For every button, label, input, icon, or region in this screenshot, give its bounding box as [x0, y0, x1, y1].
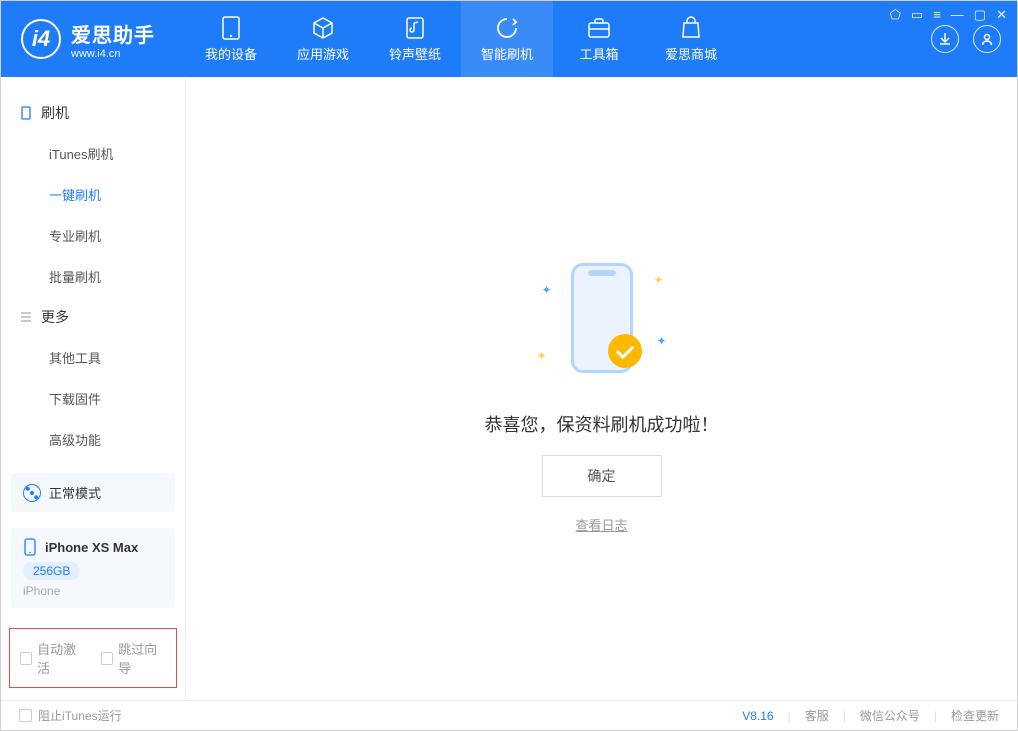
- close-button[interactable]: ✕: [996, 7, 1007, 23]
- mode-icon: [23, 484, 41, 502]
- sidebar-item-itunes-flash[interactable]: iTunes刷机: [1, 133, 185, 174]
- tab-my-device[interactable]: 我的设备: [185, 1, 277, 77]
- sidebar-item-pro-flash[interactable]: 专业刷机: [1, 215, 185, 256]
- bag-icon: [679, 16, 703, 40]
- main-tabs: 我的设备 应用游戏 铃声壁纸 智能刷机 工具箱 爱思商城: [185, 1, 737, 77]
- tab-toolbox[interactable]: 工具箱: [553, 1, 645, 77]
- minimize-button[interactable]: —: [951, 7, 964, 23]
- sidebar-item-oneclick-flash[interactable]: 一键刷机: [1, 174, 185, 215]
- sparkle-icon: ✦: [653, 273, 663, 287]
- tab-label: 应用游戏: [297, 44, 349, 63]
- tab-label: 爱思商城: [665, 44, 717, 63]
- menu-icon[interactable]: ▭: [911, 7, 923, 23]
- view-log-link[interactable]: 查看日志: [575, 515, 627, 534]
- download-button[interactable]: [931, 25, 959, 53]
- sidebar-category-label: 刷机: [41, 103, 69, 123]
- user-button[interactable]: [973, 25, 1001, 53]
- app-subtitle: www.i4.cn: [71, 48, 155, 60]
- sidebar-item-other-tools[interactable]: 其他工具: [1, 337, 185, 378]
- mode-box[interactable]: 正常模式: [11, 473, 175, 512]
- success-message: 恭喜您，保资料刷机成功啦！: [485, 411, 719, 437]
- success-illustration: ✦ ✦ ✦ ✦: [512, 243, 692, 393]
- device-name: iPhone XS Max: [45, 540, 138, 555]
- version-label: V8.16: [742, 709, 773, 723]
- cube-icon: [311, 16, 335, 40]
- sidebar-item-batch-flash[interactable]: 批量刷机: [1, 256, 185, 297]
- sparkle-icon: ✦: [542, 283, 552, 297]
- footer-link-wechat[interactable]: 微信公众号: [860, 707, 920, 724]
- block-itunes-label[interactable]: 阻止iTunes运行: [38, 707, 122, 724]
- briefcase-icon: [587, 16, 611, 40]
- sparkle-icon: ✦: [537, 349, 547, 363]
- app-title: 爱思助手: [71, 19, 155, 48]
- sparkle-icon: ✦: [656, 334, 666, 348]
- phone-icon: [219, 16, 243, 40]
- list-icon[interactable]: ≡: [933, 7, 941, 23]
- device-storage: 256GB: [23, 562, 80, 580]
- sidebar: 刷机 iTunes刷机 一键刷机 专业刷机 批量刷机 更多 其他工具 下载固件 …: [1, 77, 186, 700]
- refresh-icon: [495, 16, 519, 40]
- footer-link-update[interactable]: 检查更新: [951, 707, 999, 724]
- checkbox-icon[interactable]: [19, 709, 32, 722]
- device-icon: [19, 106, 33, 120]
- mode-label: 正常模式: [49, 483, 101, 502]
- sidebar-category-more: 更多: [1, 297, 185, 337]
- footer: 阻止iTunes运行 V8.16 | 客服 | 微信公众号 | 检查更新: [1, 700, 1017, 730]
- window-controls: ⬠ ▭ ≡ — ▢ ✕: [890, 7, 1007, 23]
- checkbox-icon: [20, 652, 32, 665]
- main-content: ✦ ✦ ✦ ✦ 恭喜您，保资料刷机成功啦！ 确定 查看日志: [186, 77, 1017, 700]
- sidebar-category-flash: 刷机: [1, 93, 185, 133]
- device-box[interactable]: iPhone XS Max 256GB iPhone: [11, 528, 175, 608]
- footer-link-support[interactable]: 客服: [805, 707, 829, 724]
- tab-label: 智能刷机: [481, 44, 533, 63]
- tab-label: 铃声壁纸: [389, 44, 441, 63]
- phone-icon: [23, 538, 37, 556]
- checkbox-skip-wizard[interactable]: 跳过向导: [101, 639, 166, 677]
- option-checkboxes: 自动激活 跳过向导: [9, 628, 177, 688]
- tab-label: 工具箱: [579, 44, 618, 63]
- check-icon: [608, 334, 642, 368]
- header-actions: [931, 25, 1001, 53]
- list-icon: [19, 310, 33, 324]
- music-icon: [403, 16, 427, 40]
- sidebar-item-advanced[interactable]: 高级功能: [1, 419, 185, 460]
- device-type: iPhone: [23, 584, 163, 598]
- maximize-button[interactable]: ▢: [974, 7, 986, 23]
- tab-ringtone-wallpaper[interactable]: 铃声壁纸: [369, 1, 461, 77]
- shirt-icon[interactable]: ⬠: [890, 7, 901, 23]
- tab-label: 我的设备: [205, 44, 257, 63]
- logo-icon: i4: [21, 19, 61, 59]
- checkbox-label: 跳过向导: [118, 639, 166, 677]
- checkbox-label: 自动激活: [37, 639, 85, 677]
- logo: i4 爱思助手 www.i4.cn: [1, 19, 175, 60]
- sidebar-item-download-firmware[interactable]: 下载固件: [1, 378, 185, 419]
- tab-store[interactable]: 爱思商城: [645, 1, 737, 77]
- tab-apps-games[interactable]: 应用游戏: [277, 1, 369, 77]
- header: ⬠ ▭ ≡ — ▢ ✕ i4 爱思助手 www.i4.cn 我的设备 应用游戏 …: [1, 1, 1017, 77]
- sidebar-category-label: 更多: [41, 307, 69, 327]
- tab-smart-flash[interactable]: 智能刷机: [461, 1, 553, 77]
- checkbox-auto-activate[interactable]: 自动激活: [20, 639, 85, 677]
- checkbox-icon: [101, 652, 113, 665]
- ok-button[interactable]: 确定: [542, 455, 662, 497]
